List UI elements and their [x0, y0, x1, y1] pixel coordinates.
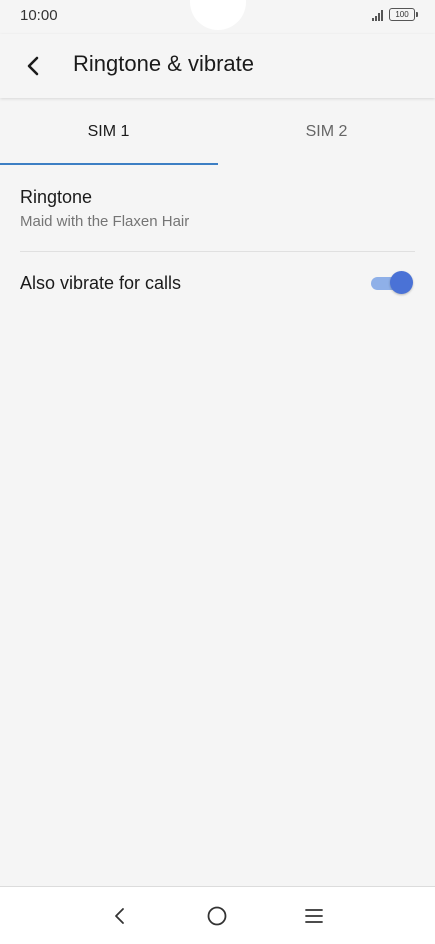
- toggle-thumb: [390, 271, 413, 294]
- ringtone-value: Maid with the Flaxen Hair: [20, 213, 190, 230]
- vibrate-toggle[interactable]: [369, 270, 413, 296]
- tab-sim-1-label: SIM 1: [87, 123, 130, 140]
- nav-home-icon: [207, 906, 227, 926]
- page-title: Ringtone & vibrate: [73, 51, 254, 76]
- tab-sim-1[interactable]: SIM 1: [0, 99, 217, 165]
- tab-sim-2-label: SIM 2: [305, 123, 348, 140]
- battery-level: 100: [395, 10, 409, 19]
- tab-indicator: [0, 163, 218, 165]
- nav-back-button[interactable]: [105, 901, 135, 931]
- vibrate-setting[interactable]: Also vibrate for calls: [0, 252, 435, 314]
- sim-tabs: SIM 1 SIM 2: [0, 99, 435, 165]
- status-time: 10:00: [20, 7, 58, 24]
- tab-sim-2[interactable]: SIM 2: [218, 99, 435, 165]
- nav-menu-button[interactable]: [299, 901, 329, 931]
- nav-back-icon: [115, 908, 124, 924]
- status-indicators: 100: [372, 8, 418, 21]
- chevron-left-icon: [27, 56, 39, 76]
- status-bar: 10:00 100: [0, 0, 435, 34]
- navigation-bar: [0, 886, 435, 944]
- battery-icon: 100: [389, 8, 418, 21]
- ringtone-title: Ringtone: [20, 187, 93, 207]
- camera-notch: [190, 0, 246, 30]
- vibrate-title: Also vibrate for calls: [20, 273, 182, 293]
- nav-home-button[interactable]: [202, 901, 232, 931]
- app-bar: Ringtone & vibrate: [0, 34, 435, 98]
- nav-menu-icon: [305, 909, 323, 923]
- signal-icon: [372, 9, 383, 21]
- back-button[interactable]: [16, 48, 52, 84]
- ringtone-setting[interactable]: Ringtone Maid with the Flaxen Hair: [0, 175, 435, 251]
